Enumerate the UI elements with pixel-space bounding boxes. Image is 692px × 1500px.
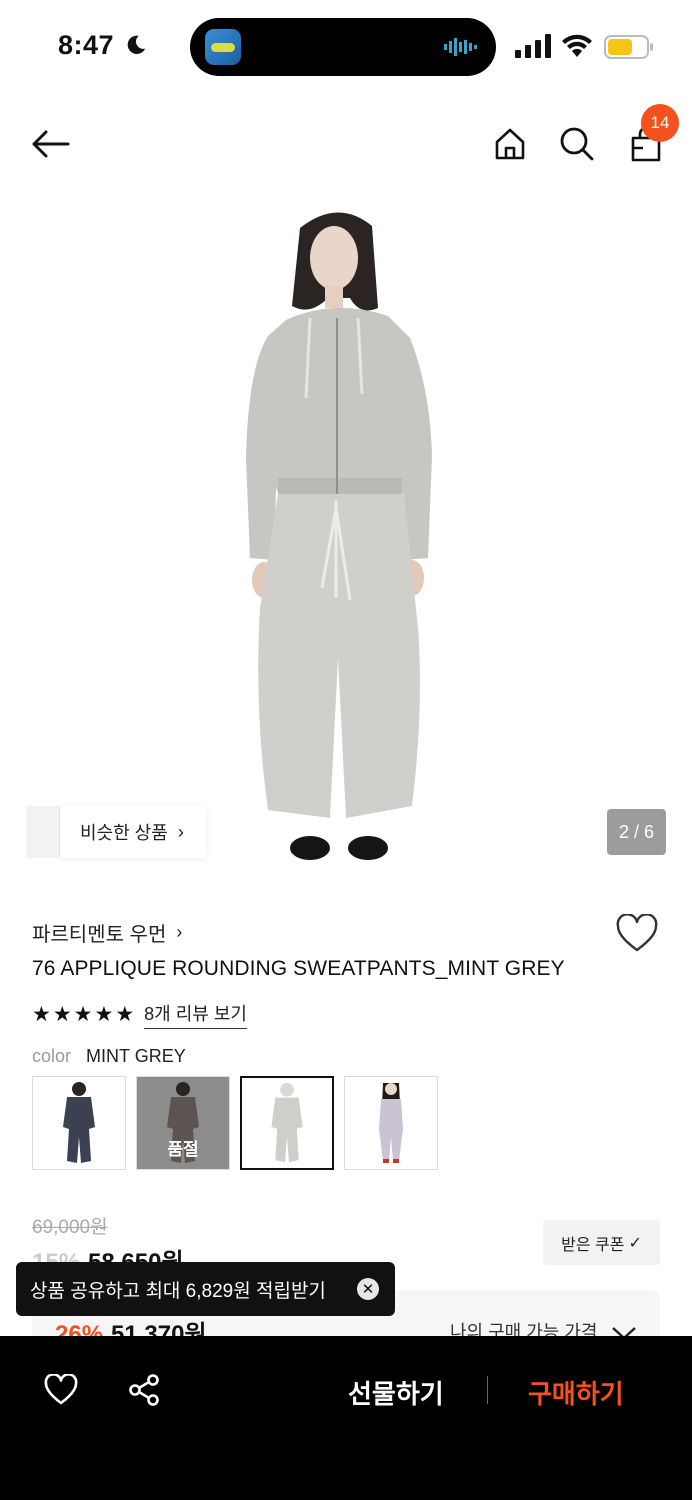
- swatch-lavender[interactable]: [344, 1076, 438, 1170]
- search-icon[interactable]: [557, 124, 597, 164]
- dynamic-island: [190, 18, 496, 76]
- coupon-label: 받은 쿠폰: [561, 1236, 625, 1254]
- star-icon: ★: [52, 1003, 72, 1026]
- wishlist-heart-icon[interactable]: [616, 914, 658, 954]
- gift-button[interactable]: 선물하기: [348, 1374, 444, 1411]
- swatch-mint-grey[interactable]: [240, 1076, 334, 1170]
- battery-icon: [604, 35, 653, 59]
- chevron-right-icon: ›: [176, 922, 183, 942]
- star-icon: ★: [94, 1003, 114, 1026]
- color-swatches: 품절: [32, 1076, 438, 1170]
- color-value: MINT GREY: [86, 1046, 186, 1066]
- cart-count-badge: 14: [641, 104, 679, 142]
- product-name: 76 APPLIQUE ROUNDING SWEATPANTS_MINT GRE…: [32, 957, 565, 980]
- swatch-navy[interactable]: [32, 1076, 126, 1170]
- close-icon[interactable]: ✕: [357, 1278, 379, 1300]
- color-key: color: [32, 1046, 72, 1066]
- star-icon: ★: [32, 1003, 51, 1026]
- share-reward-toast[interactable]: 상품 공유하고 최대 6,829원 적립받기 ✕: [16, 1262, 395, 1316]
- product-image-carousel[interactable]: 비슷한 상품 › 2 / 6: [0, 188, 692, 884]
- similar-products-button[interactable]: 비슷한 상품 ›: [26, 806, 206, 858]
- original-price: 69,000원: [32, 1217, 108, 1238]
- top-nav: [0, 110, 692, 180]
- star-rating: ★ ★ ★ ★ ★: [32, 1004, 134, 1025]
- similar-cards-stack: [26, 806, 60, 858]
- heart-icon[interactable]: [44, 1374, 78, 1406]
- moon-icon: [127, 35, 146, 54]
- back-arrow-icon[interactable]: [30, 124, 70, 164]
- similar-products-label: 비슷한 상품: [80, 823, 168, 843]
- star-icon: ★: [73, 1003, 93, 1026]
- app-activity-icon: [205, 29, 241, 65]
- status-bar: 8:47: [0, 0, 692, 95]
- color-row: color MINT GREY: [32, 1046, 186, 1067]
- share-icon[interactable]: [127, 1373, 161, 1407]
- soldout-label: 품절: [167, 1140, 199, 1159]
- brand-link[interactable]: 파르티멘토 우먼 ›: [32, 918, 182, 947]
- toast-text: 상품 공유하고 최대 6,829원 적립받기: [30, 1280, 326, 1302]
- chevron-right-icon: ›: [177, 821, 184, 842]
- star-icon: ★: [115, 1003, 135, 1026]
- received-coupon-button[interactable]: 받은 쿠폰 ✓: [543, 1220, 660, 1265]
- buy-button[interactable]: 구매하기: [528, 1374, 624, 1411]
- home-icon[interactable]: [490, 124, 530, 164]
- wifi-icon: [562, 34, 592, 57]
- check-icon: ✓: [628, 1234, 642, 1252]
- rating-row: ★ ★ ★ ★ ★ 8개 리뷰 보기: [32, 1000, 247, 1029]
- audio-wave-icon: [444, 38, 477, 56]
- divider: [487, 1376, 488, 1404]
- bottom-action-bar: 선물하기 구매하기: [0, 1336, 692, 1500]
- brand-name: 파르티멘토 우먼: [32, 924, 167, 946]
- status-time: 8:47: [58, 30, 115, 60]
- image-pager-indicator: 2 / 6: [607, 809, 666, 855]
- product-photo: [0, 188, 692, 884]
- review-link[interactable]: 8개 리뷰 보기: [144, 1000, 247, 1029]
- swatch-charcoal[interactable]: 품절: [136, 1076, 230, 1170]
- cellular-signal-icon: [515, 34, 551, 58]
